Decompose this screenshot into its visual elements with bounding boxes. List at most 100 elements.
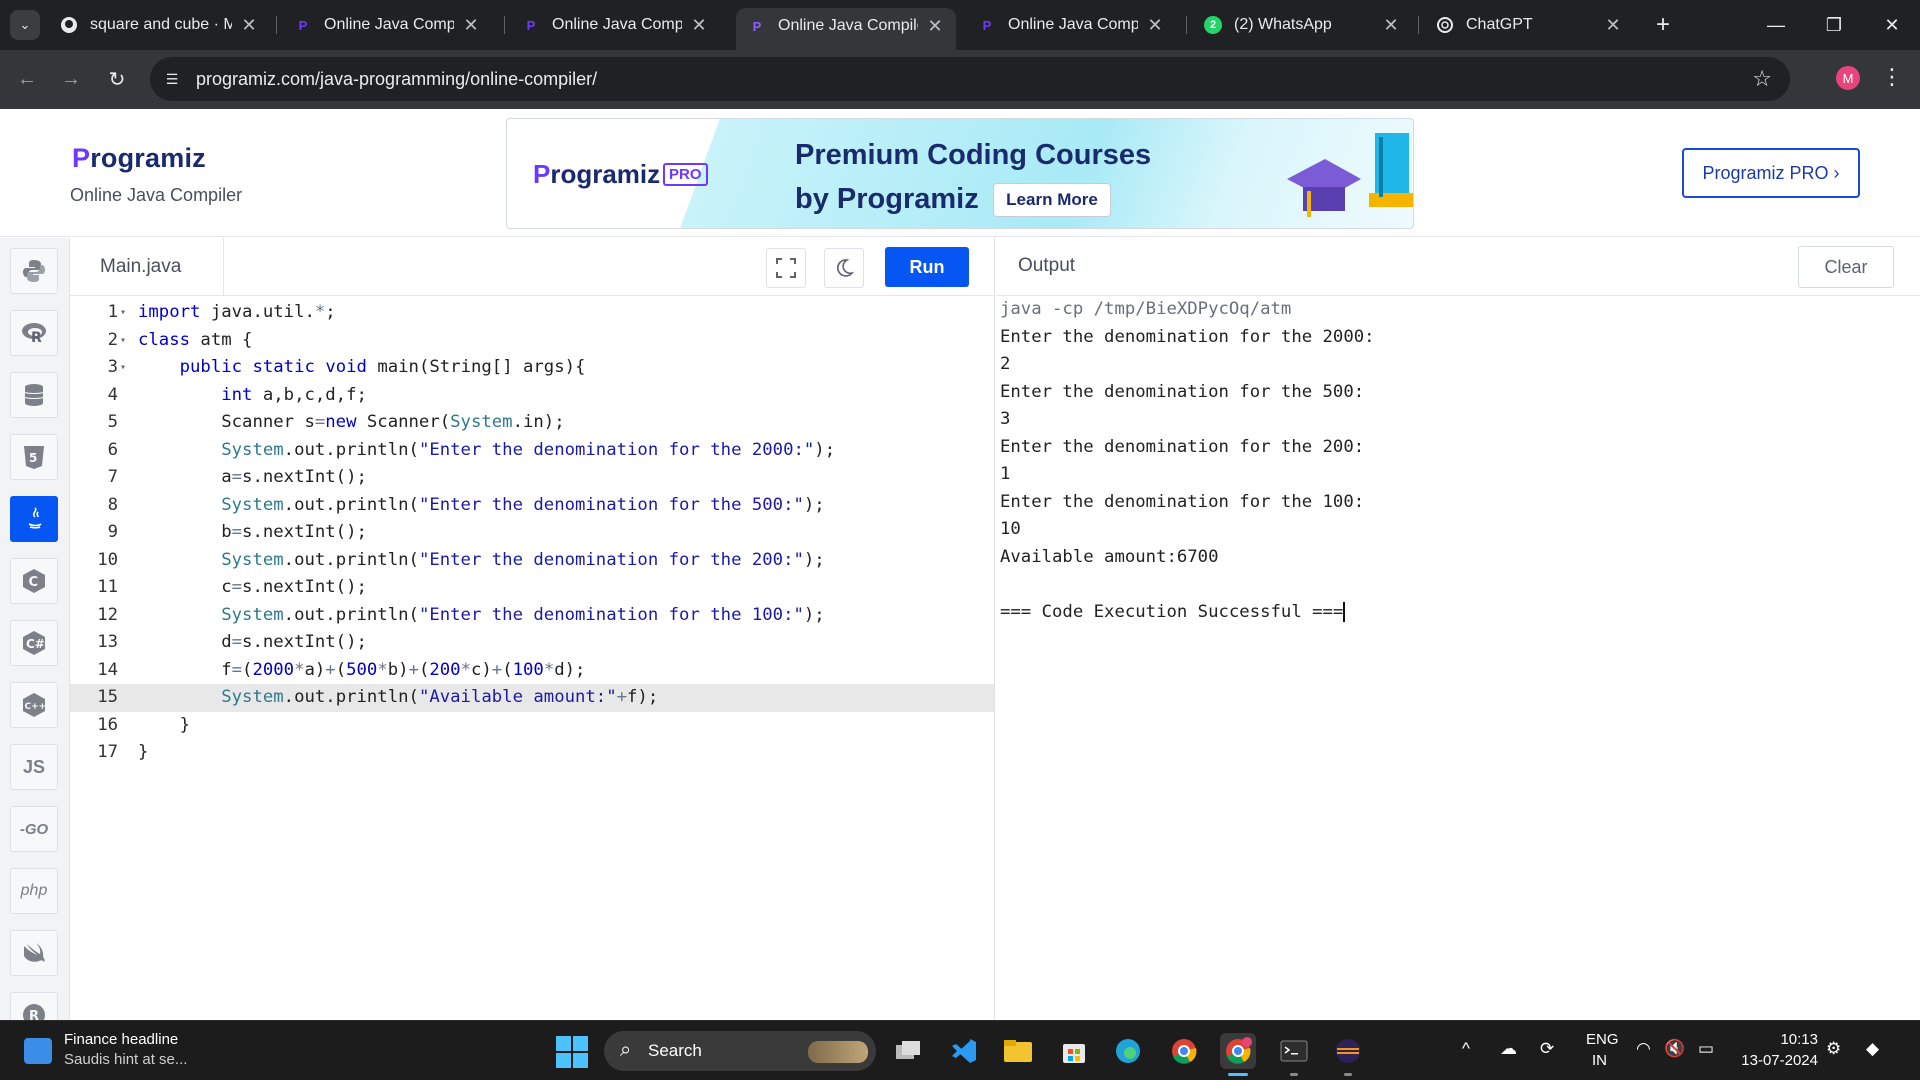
output-console[interactable]: java -cp /tmp/BieXDPycOq/atm Enter the de… xyxy=(1000,296,1375,626)
code-text[interactable]: System.out.println("Enter the denominati… xyxy=(138,602,824,630)
swift-icon[interactable] xyxy=(10,930,58,976)
close-icon[interactable]: ✕ xyxy=(1146,15,1164,36)
onedrive-icon[interactable]: ☁ xyxy=(1500,1039,1517,1059)
go-icon[interactable]: -GO xyxy=(10,806,58,852)
profile-avatar[interactable]: M xyxy=(1836,66,1860,90)
code-line[interactable]: 6 System.out.println("Enter the denomina… xyxy=(70,437,994,465)
sql-icon[interactable] xyxy=(10,372,58,418)
code-line[interactable]: 17} xyxy=(70,739,994,767)
python-icon[interactable] xyxy=(10,248,58,294)
windows-start-icon[interactable] xyxy=(556,1036,588,1068)
chrome-profile-icon[interactable] xyxy=(1220,1033,1256,1069)
browser-tab[interactable]: P Online Java Compiler ✕ xyxy=(282,8,492,42)
code-text[interactable]: } xyxy=(138,712,190,740)
code-text[interactable]: System.out.println("Enter the denominati… xyxy=(138,547,824,575)
url-text[interactable]: programiz.com/java-programming/online-co… xyxy=(196,69,597,90)
learn-more-button[interactable]: Learn More xyxy=(993,183,1111,217)
reload-icon[interactable]: ↻ xyxy=(102,64,132,94)
code-line[interactable]: 8 System.out.println("Enter the denomina… xyxy=(70,492,994,520)
code-line[interactable]: 1 ▾ import java.util.*; xyxy=(70,299,994,327)
code-text[interactable]: System.out.println("Enter the denominati… xyxy=(138,492,824,520)
code-line[interactable]: 10 System.out.println("Enter the denomin… xyxy=(70,547,994,575)
vscode-icon[interactable] xyxy=(946,1033,982,1069)
close-icon[interactable]: ✕ xyxy=(690,15,708,36)
address-bar[interactable]: ☰ programiz.com/java-programming/online-… xyxy=(150,57,1790,101)
microsoft-store-icon[interactable] xyxy=(1056,1033,1092,1069)
code-line[interactable]: 4 int a,b,c,d,f; xyxy=(70,382,994,410)
browser-tab-active[interactable]: P Online Java Compiler ✕ xyxy=(736,8,956,50)
code-text[interactable]: b=s.nextInt(); xyxy=(138,519,367,547)
browser-tab[interactable]: ChatGPT ✕ xyxy=(1424,8,1634,42)
r-icon[interactable]: R xyxy=(10,310,58,356)
code-line[interactable]: 3 ▾ public static void main(String[] args… xyxy=(70,354,994,382)
code-text[interactable]: public static void main(String[] args){ xyxy=(138,354,586,382)
code-line[interactable]: 7 a=s.nextInt(); xyxy=(70,464,994,492)
promo-banner[interactable]: Programiz PRO Premium Coding Courses by … xyxy=(506,118,1414,229)
battery-icon[interactable]: ▭ xyxy=(1698,1039,1714,1059)
fold-arrow-icon[interactable]: ▾ xyxy=(120,327,130,355)
bookmark-star-icon[interactable]: ☆ xyxy=(1752,66,1772,92)
rust-icon[interactable]: R xyxy=(10,992,58,1020)
minimize-icon[interactable]: — xyxy=(1756,10,1796,40)
chrome-icon[interactable] xyxy=(1166,1033,1202,1069)
code-text[interactable]: Scanner s=new Scanner(System.in); xyxy=(138,409,564,437)
fullscreen-icon[interactable] xyxy=(766,248,806,288)
restore-icon[interactable]: ❐ xyxy=(1814,10,1854,40)
code-text[interactable]: } xyxy=(138,739,148,767)
browser-tab[interactable]: 2 (2) WhatsApp ✕ xyxy=(1192,8,1412,42)
copilot-icon[interactable]: ◆ xyxy=(1866,1039,1879,1059)
csharp-icon[interactable]: C# xyxy=(10,620,58,666)
c-icon[interactable]: C xyxy=(10,558,58,604)
window-close-icon[interactable]: ✕ xyxy=(1872,10,1912,40)
fold-arrow-icon[interactable]: ▾ xyxy=(120,354,130,382)
html-icon[interactable]: 5 xyxy=(10,434,58,480)
code-line[interactable]: 15 System.out.println("Available amount:… xyxy=(70,684,994,712)
code-text[interactable]: a=s.nextInt(); xyxy=(138,464,367,492)
run-button[interactable]: Run xyxy=(885,247,969,287)
code-line[interactable]: 2 ▾ class atm { xyxy=(70,327,994,355)
widgets-news-icon[interactable] xyxy=(24,1038,52,1064)
code-line[interactable]: 16 } xyxy=(70,712,994,740)
code-line[interactable]: 11 c=s.nextInt(); xyxy=(70,574,994,602)
programiz-pro-button[interactable]: Programiz PRO › xyxy=(1682,148,1860,198)
input-region[interactable]: IN xyxy=(1592,1052,1607,1069)
js-icon[interactable]: JS xyxy=(10,744,58,790)
close-icon[interactable]: ✕ xyxy=(1604,15,1622,36)
browser-tab[interactable]: P Online Java Compiler ✕ xyxy=(966,8,1176,42)
file-tab-main-java[interactable]: Main.java xyxy=(70,238,224,296)
php-icon[interactable]: php xyxy=(10,868,58,914)
sync-icon[interactable]: ⟳ xyxy=(1540,1039,1554,1059)
widget-headline[interactable]: Finance headline xyxy=(64,1031,178,1048)
cpp-icon[interactable]: C++ xyxy=(10,682,58,728)
clock-time[interactable]: 10:13 xyxy=(1758,1031,1818,1048)
widget-subtext[interactable]: Saudis hint at se... xyxy=(64,1051,187,1068)
new-tab-plus-icon[interactable]: + xyxy=(1648,10,1678,40)
task-view-icon[interactable] xyxy=(890,1033,926,1069)
java-icon[interactable] xyxy=(10,496,58,542)
settings-gear-icon[interactable]: ⚙ xyxy=(1826,1039,1841,1059)
taskbar-search[interactable]: ⌕ Search xyxy=(604,1031,876,1071)
close-icon[interactable]: ✕ xyxy=(1382,15,1400,36)
browser-menu-icon[interactable]: ⋮ xyxy=(1880,62,1904,92)
code-text[interactable]: System.out.println("Enter the denominati… xyxy=(138,437,835,465)
eclipse-icon[interactable] xyxy=(1330,1033,1366,1069)
browser-tab[interactable]: P Online Java Compiler ✕ xyxy=(510,8,720,42)
code-text[interactable]: f=(2000*a)+(500*b)+(200*c)+(100*d); xyxy=(138,657,585,685)
input-language[interactable]: ENG xyxy=(1586,1031,1619,1048)
browser-tab[interactable]: square and cube · Mc ✕ xyxy=(48,8,270,42)
code-editor[interactable]: 1 ▾ import java.util.*; 2 ▾ class atm {3 ▾ pub… xyxy=(70,296,995,1020)
close-icon[interactable]: ✕ xyxy=(240,15,258,36)
code-text[interactable]: d=s.nextInt(); xyxy=(138,629,367,657)
file-explorer-icon[interactable] xyxy=(1000,1033,1036,1069)
code-line[interactable]: 9 b=s.nextInt(); xyxy=(70,519,994,547)
code-line[interactable]: 14 f=(2000*a)+(500*b)+(200*c)+(100*d); xyxy=(70,657,994,685)
fold-arrow-icon[interactable]: ▾ xyxy=(120,299,130,327)
code-text[interactable]: System.out.println("Available amount:"+f… xyxy=(138,684,658,712)
code-text[interactable]: c=s.nextInt(); xyxy=(138,574,367,602)
volume-muted-icon[interactable]: 🔇 xyxy=(1664,1039,1685,1059)
code-line[interactable]: 13 d=s.nextInt(); xyxy=(70,629,994,657)
code-text[interactable]: import java.util.*; xyxy=(138,299,336,327)
code-text[interactable]: class atm { xyxy=(138,327,252,355)
close-icon[interactable]: ✕ xyxy=(462,15,480,36)
code-line[interactable]: 12 System.out.println("Enter the denomin… xyxy=(70,602,994,630)
